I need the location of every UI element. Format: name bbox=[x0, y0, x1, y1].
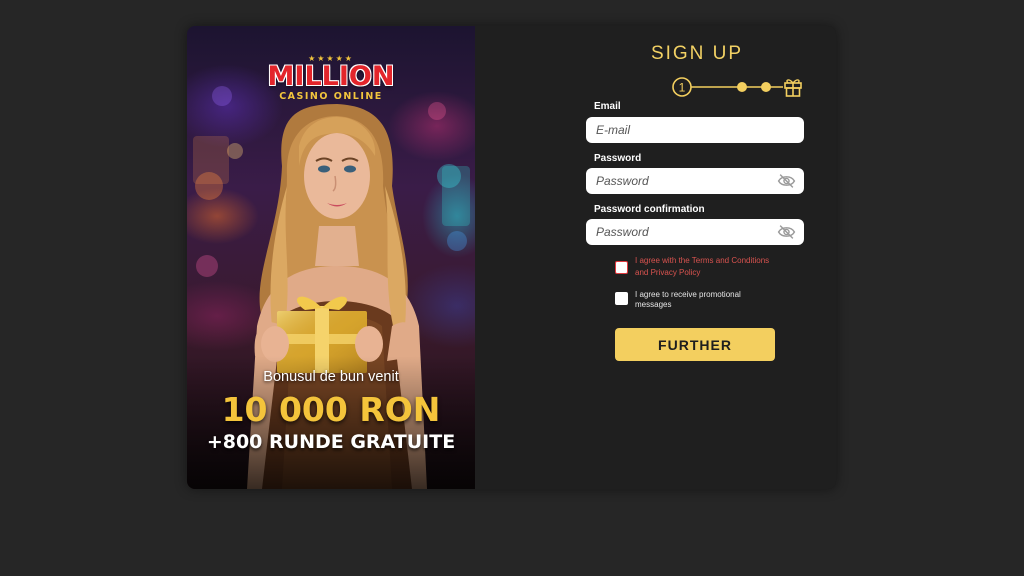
privacy-policy-link[interactable]: Privacy Policy bbox=[651, 268, 701, 277]
bonus-caption: Bonusul de bun venit bbox=[263, 369, 399, 385]
eye-off-icon[interactable] bbox=[777, 173, 796, 189]
step-1-number: 1 bbox=[679, 81, 686, 95]
bonus-amount: 10 000 RON bbox=[221, 390, 441, 429]
password-confirmation-label: Password confirmation bbox=[594, 204, 705, 215]
gift-icon bbox=[784, 79, 802, 97]
password-field-wrapper bbox=[586, 168, 804, 194]
free-spins-text: +800 RUNDE GRATUITE bbox=[206, 431, 456, 453]
terms-checkbox[interactable] bbox=[615, 261, 628, 274]
terms-link[interactable]: Terms and Conditions bbox=[692, 256, 769, 265]
terms-row: I agree with the Terms and Conditions an… bbox=[615, 255, 775, 279]
step-2-indicator bbox=[737, 82, 747, 92]
terms-conjunction: and bbox=[635, 268, 649, 277]
password-input[interactable] bbox=[586, 168, 804, 194]
logo-wordmark: MILLION bbox=[267, 61, 395, 92]
email-field-wrapper bbox=[586, 117, 804, 143]
further-button[interactable]: FURTHER bbox=[615, 328, 775, 361]
signup-form-panel: SIGN UP 1 Email Password bbox=[475, 26, 836, 489]
email-input[interactable] bbox=[586, 117, 804, 143]
logo-subtitle: CASINO ONLINE bbox=[279, 91, 383, 102]
eye-off-icon[interactable] bbox=[777, 224, 796, 240]
progress-stepper: 1 bbox=[672, 77, 802, 97]
password-confirmation-input[interactable] bbox=[586, 219, 804, 245]
terms-prefix: I agree with the bbox=[635, 256, 690, 265]
terms-text: I agree with the Terms and Conditions an… bbox=[635, 255, 775, 279]
promotional-row: I agree to receive promotional messages bbox=[615, 290, 775, 309]
signup-modal: ★★★★★ MILLION CASINO ONLINE Bonusul de b… bbox=[187, 26, 836, 489]
promotional-checkbox[interactable] bbox=[615, 292, 628, 305]
form-title: SIGN UP bbox=[650, 43, 744, 64]
password-confirmation-field-wrapper bbox=[586, 219, 804, 245]
email-label: Email bbox=[594, 101, 621, 112]
password-label: Password bbox=[594, 153, 642, 164]
step-3-indicator bbox=[761, 82, 771, 92]
casino-logo: ★★★★★ MILLION CASINO ONLINE bbox=[187, 54, 475, 102]
promo-panel: ★★★★★ MILLION CASINO ONLINE Bonusul de b… bbox=[187, 26, 475, 489]
promotional-label: I agree to receive promotional messages bbox=[635, 290, 741, 309]
